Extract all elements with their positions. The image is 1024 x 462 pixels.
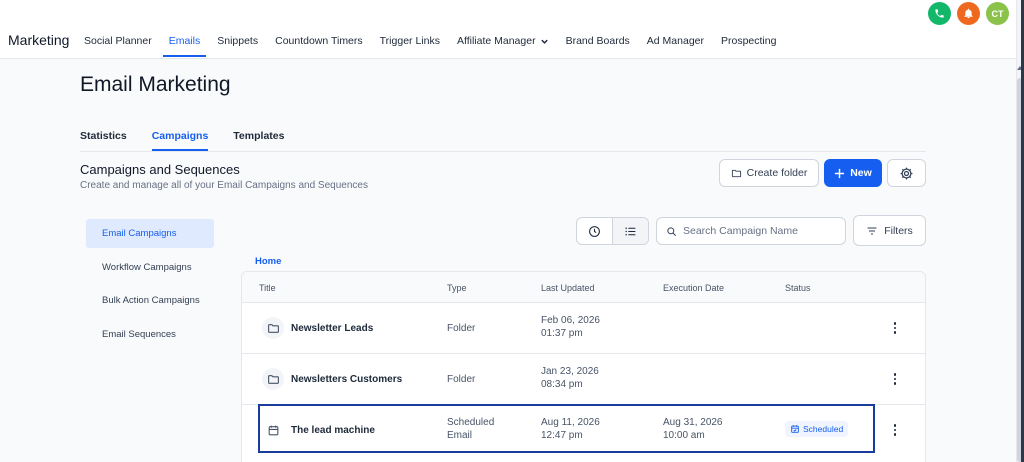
row-type: Folder	[447, 374, 476, 385]
page-title: Email Marketing	[80, 73, 231, 96]
row-title-text: Newsletters Customers	[291, 373, 403, 385]
view-toggle	[576, 217, 649, 245]
top-nav: Social Planner Emails Snippets Countdown…	[84, 35, 793, 57]
column-header-last-updated[interactable]: Last Updated	[541, 283, 595, 293]
new-label: New	[850, 167, 872, 179]
tabs-divider	[80, 151, 926, 152]
topnav-snippets[interactable]: Snippets	[217, 35, 258, 57]
search-field	[656, 217, 846, 245]
search-icon	[667, 226, 676, 236]
avatar[interactable]: CT	[986, 2, 1009, 25]
plus-icon	[835, 168, 845, 178]
app-title: Marketing	[8, 32, 70, 48]
topnav-brand-boards[interactable]: Brand Boards	[566, 35, 630, 57]
folder-icon	[731, 169, 741, 177]
row-exec-date: Aug 31, 2026	[663, 417, 723, 428]
search-input[interactable]	[683, 225, 843, 237]
filters-button[interactable]: Filters	[853, 215, 926, 246]
topnav-label: Countdown Timers	[275, 35, 363, 47]
topnav-countdown-timers[interactable]: Countdown Timers	[275, 35, 363, 57]
list-icon	[625, 227, 636, 235]
row-title-text: The lead machine	[291, 424, 375, 436]
chevron-down-icon	[540, 39, 548, 44]
topnav-label: Trigger Links	[379, 35, 440, 47]
status-badge-label: Scheduled	[803, 424, 844, 434]
sidebar-item-email-sequences[interactable]: Email Sequences	[86, 320, 214, 349]
create-folder-button[interactable]: Create folder	[719, 159, 819, 187]
tab-campaigns[interactable]: Campaigns	[151, 130, 208, 151]
settings-button[interactable]	[887, 159, 926, 187]
breadcrumb-home[interactable]: Home	[255, 256, 281, 267]
folder-icon	[262, 368, 284, 390]
row-title[interactable]: Newsletter Leads	[262, 317, 373, 339]
tab-templates[interactable]: Templates	[233, 130, 284, 151]
campaign-type-sidebar: Email Campaigns Workflow Campaigns Bulk …	[86, 219, 214, 353]
topnav-label: Social Planner	[84, 35, 152, 47]
header-icons: CT	[928, 2, 1009, 25]
row-type: Folder	[447, 323, 476, 334]
row-type-line2: Email	[447, 430, 473, 441]
list-view-button[interactable]	[612, 218, 648, 244]
create-folder-label: Create folder	[746, 167, 808, 179]
topnav-label: Brand Boards	[565, 35, 630, 47]
row-more-icon[interactable]	[891, 322, 899, 334]
row-title[interactable]: The lead machine	[262, 419, 375, 441]
folder-icon	[262, 317, 284, 339]
topnav-label: Ad Manager	[646, 35, 704, 47]
row-updated-time: 01:37 pm	[541, 328, 583, 339]
column-header-execution-date[interactable]: Execution Date	[663, 283, 724, 293]
calendar-icon	[262, 419, 284, 441]
row-updated-date: Feb 06, 2026	[541, 315, 600, 326]
sidebar-item-workflow-campaigns[interactable]: Workflow Campaigns	[86, 253, 214, 282]
clock-view-button[interactable]	[577, 218, 612, 244]
row-more-icon[interactable]	[891, 424, 899, 436]
sidebar-item-email-campaigns[interactable]: Email Campaigns	[86, 219, 214, 248]
clock-icon	[589, 225, 600, 237]
sidebar-item-bulk-action-campaigns[interactable]: Bulk Action Campaigns	[86, 286, 214, 315]
topnav-trigger-links[interactable]: Trigger Links	[380, 35, 440, 57]
bell-icon[interactable]	[957, 2, 980, 25]
sub-tabs: Statistics Campaigns Templates	[80, 130, 309, 151]
phone-icon[interactable]	[928, 2, 951, 25]
topnav-ad-manager[interactable]: Ad Manager	[647, 35, 704, 57]
topnav-label: Affiliate Manager	[456, 35, 536, 47]
topnav-emails[interactable]: Emails	[162, 35, 206, 57]
status-badge: Scheduled	[785, 421, 849, 437]
row-exec-time: 10:00 am	[663, 430, 705, 441]
new-button[interactable]: New	[824, 159, 882, 187]
section-title: Campaigns and Sequences	[80, 162, 240, 177]
gear-icon	[900, 167, 913, 179]
row-updated-time: 08:34 pm	[541, 379, 583, 390]
table-row[interactable]: Newsletter Leads Folder Feb 06, 2026 01:…	[242, 303, 925, 354]
column-header-type[interactable]: Type	[447, 283, 467, 293]
topnav-label: Prospecting	[721, 35, 777, 47]
top-navigation-bar: Marketing Social Planner Emails Snippets…	[0, 0, 1021, 59]
filters-label: Filters	[884, 224, 913, 237]
row-updated-date: Aug 11, 2026	[541, 417, 600, 428]
table-row[interactable]: Newsletters Customers Folder Jan 23, 202…	[242, 354, 925, 405]
topnav-affiliate-manager[interactable]: Affiliate Manager	[457, 35, 549, 57]
campaigns-table: Title Type Last Updated Execution Date S…	[241, 271, 926, 462]
topnav-label: Snippets	[217, 35, 259, 47]
filter-icon	[867, 226, 877, 235]
column-header-status[interactable]: Status	[785, 283, 811, 293]
table-row[interactable]: The lead machine Scheduled Email Aug 11,…	[242, 405, 925, 456]
row-updated-date: Jan 23, 2026	[541, 366, 599, 377]
topnav-prospecting[interactable]: Prospecting	[721, 35, 776, 57]
topnav-label: Emails	[168, 35, 201, 47]
table-header: Title Type Last Updated Execution Date S…	[242, 272, 925, 303]
row-title[interactable]: Newsletters Customers	[262, 368, 402, 390]
column-header-title[interactable]: Title	[259, 283, 276, 293]
topnav-social-planner[interactable]: Social Planner	[84, 35, 152, 57]
tab-statistics[interactable]: Statistics	[80, 130, 127, 151]
row-title-text: Newsletter Leads	[291, 322, 374, 334]
calendar-check-icon	[791, 425, 799, 433]
row-more-icon[interactable]	[891, 373, 899, 385]
section-subtitle: Create and manage all of your Email Camp…	[80, 180, 368, 191]
row-updated-time: 12:47 pm	[541, 430, 583, 441]
row-type-line1: Scheduled	[447, 417, 495, 428]
